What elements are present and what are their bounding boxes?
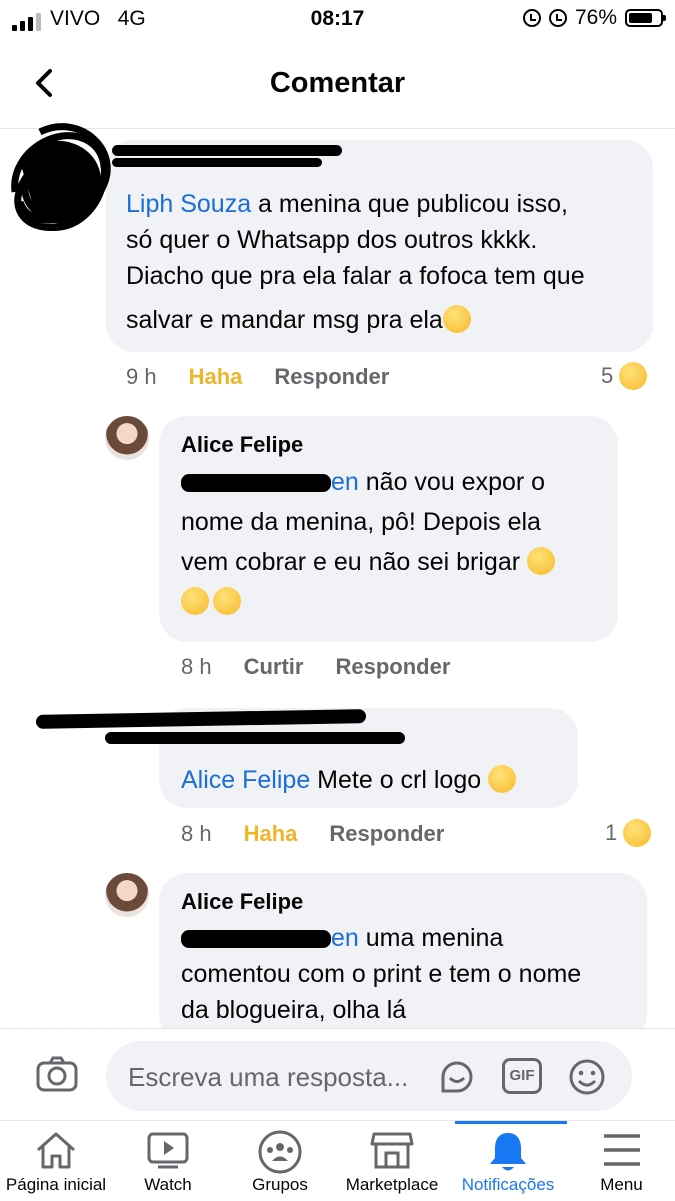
nav-item-groups[interactable]: Grupos [224,1121,336,1201]
sticker-icon[interactable] [438,1058,476,1096]
avatar[interactable] [105,873,149,917]
groups-icon [258,1130,302,1174]
mention-link[interactable]: Liph Souza [126,190,251,218]
page-title: Comentar [269,67,406,99]
nav-item-watch[interactable]: Watch [112,1121,224,1201]
comment-time: 9 h [126,364,157,389]
haha-reaction-button[interactable]: Haha [189,364,243,390]
nav-label: Menu [600,1175,643,1194]
home-icon [37,1132,75,1169]
haha-emoji-icon [623,819,652,847]
rofl-emoji-icon [181,587,209,615]
mention-link[interactable]: en [181,924,359,952]
reply-input[interactable] [126,1059,430,1095]
redacted-name [112,158,322,167]
laughing-emoji-icon [442,305,471,333]
nav-label: Watch [144,1175,192,1194]
menu-icon [603,1134,640,1166]
reply-composer: GIF [0,1028,675,1121]
rofl-emoji-icon [488,765,517,793]
comment-author[interactable]: Alice Felipe [181,432,303,458]
comment-text: en não vou expor o nome da menina, pô! D… [181,462,601,622]
gif-button[interactable]: GIF [502,1058,542,1094]
reply-button[interactable]: Responder [335,654,450,680]
scribbled-avatar [11,123,111,232]
nav-label: Notificações [461,1175,555,1194]
nav-label: Grupos [252,1175,308,1194]
comment-time: 8 h [181,654,212,679]
haha-reaction-button[interactable]: Haha [244,821,298,847]
reaction-count: 1 [605,820,618,845]
nav-item-menu[interactable]: Menu [568,1121,675,1201]
redacted-name [112,145,342,156]
comment-text: en uma menina comentou com o print e tem… [181,924,582,1024]
reaction-count: 5 [601,363,614,388]
reaction-summary[interactable]: 1 [605,819,652,847]
camera-icon[interactable] [36,1056,78,1092]
reply-button[interactable]: Responder [274,364,389,390]
nav-item-home[interactable]: Página inicial [0,1121,112,1201]
comment-author[interactable]: Alice Felipe [181,889,303,915]
reply-input-box[interactable]: GIF [106,1041,632,1111]
emoji-picker-icon[interactable] [568,1058,606,1096]
comment-text: Alice Felipe Mete o crl logo [181,762,517,798]
comment-actions: 8 h Haha Responder [181,821,444,847]
battery-icon [625,9,666,27]
nav-label: Marketplace [345,1175,439,1194]
marketplace-icon [370,1132,414,1169]
alarm-icon [548,9,567,27]
comment-time: 8 h [181,821,212,846]
battery-percent: 76% [574,6,617,29]
pleading-emoji-icon [527,547,556,575]
reply-button[interactable]: Responder [329,821,444,847]
comment-text: Liph Souza a menina que publicou isso, s… [126,190,585,334]
bell-icon [490,1133,526,1171]
like-button[interactable]: Curtir [244,654,304,680]
watch-icon [147,1132,189,1169]
orientation-lock-icon [522,9,541,27]
comment-actions: 8 h Curtir Responder [181,654,450,680]
mention-link[interactable]: en [181,468,359,496]
mention-link[interactable]: Alice Felipe [181,766,310,794]
rofl-emoji-icon [213,587,241,615]
avatar[interactable] [105,416,149,460]
status-bar: VIVO 4G 08:17 76% [0,0,675,38]
comment-actions: 9 h Haha Responder [126,364,389,390]
redacted-name [105,732,405,744]
nav-label: Página inicial [5,1175,107,1194]
haha-emoji-icon [619,362,648,390]
reaction-summary[interactable]: 5 [601,362,648,390]
nav-item-marketplace[interactable]: Marketplace [336,1121,448,1201]
bottom-nav: Página inicial Watch Grupos Marketplace [0,1120,675,1201]
nav-item-notifications[interactable]: Notificações [448,1121,568,1201]
